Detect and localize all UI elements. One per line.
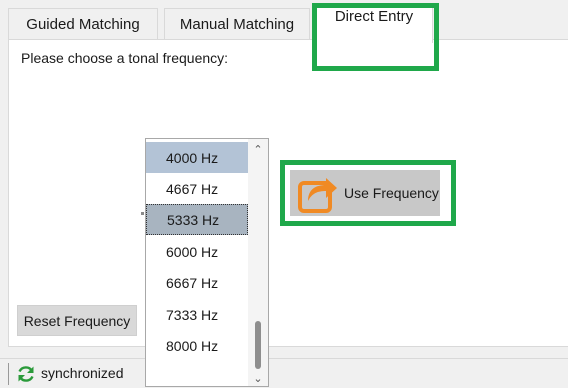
list-item-selected[interactable]: 5333 Hz [146, 204, 248, 235]
tab-label: Manual Matching [179, 16, 295, 33]
scrollbar-thumb[interactable] [255, 321, 261, 369]
dropdown-scrollbar[interactable]: ⌃ ⌄ [248, 139, 268, 386]
sync-status-text: synchronized [41, 365, 124, 381]
frequency-dropdown-list[interactable]: 4000 Hz 4667 Hz 5333 Hz 6000 Hz 6667 Hz … [145, 138, 269, 387]
status-separator [8, 363, 9, 385]
share-arrow-icon [298, 178, 337, 213]
tab-label: Direct Entry [334, 8, 414, 25]
scroll-down-arrow-icon[interactable]: ⌄ [248, 370, 268, 386]
list-item[interactable]: 8000 Hz [146, 330, 248, 361]
list-item[interactable]: 6000 Hz [146, 236, 248, 267]
sync-icon [18, 366, 34, 382]
tab-label: Guided Matching [26, 16, 140, 33]
reset-frequency-button[interactable]: Reset Frequency [17, 305, 137, 336]
direct-entry-panel: Please choose a tonal frequency: [8, 40, 568, 347]
list-item-label: 5333 Hz [167, 211, 220, 228]
status-bar: synchronized [0, 358, 568, 388]
list-item-label: 4000 Hz [166, 149, 219, 166]
combobox-edge [141, 212, 144, 215]
list-item[interactable]: 4000 Hz [146, 142, 248, 173]
tab-direct-entry[interactable]: Direct Entry [315, 3, 433, 43]
list-item[interactable]: 7333 Hz [146, 299, 248, 330]
list-item-label: 6000 Hz [166, 243, 219, 260]
tab-guided-matching[interactable]: Guided Matching [8, 8, 158, 40]
list-item[interactable]: 6667 Hz [146, 267, 248, 298]
frequency-prompt: Please choose a tonal frequency: [21, 50, 229, 66]
list-item-label: 6667 Hz [166, 274, 219, 291]
list-item-label: 7333 Hz [166, 306, 219, 323]
list-item[interactable]: 4667 Hz [146, 173, 248, 204]
use-frequency-label: Use Frequency [344, 185, 439, 201]
reset-frequency-label: Reset Frequency [23, 312, 131, 329]
scroll-up-arrow-icon[interactable]: ⌃ [248, 141, 268, 157]
list-item-label: 4667 Hz [166, 180, 219, 197]
list-item-label: 8000 Hz [166, 337, 219, 354]
tab-manual-matching[interactable]: Manual Matching [164, 8, 310, 40]
use-frequency-button[interactable]: Use Frequency [290, 170, 440, 216]
